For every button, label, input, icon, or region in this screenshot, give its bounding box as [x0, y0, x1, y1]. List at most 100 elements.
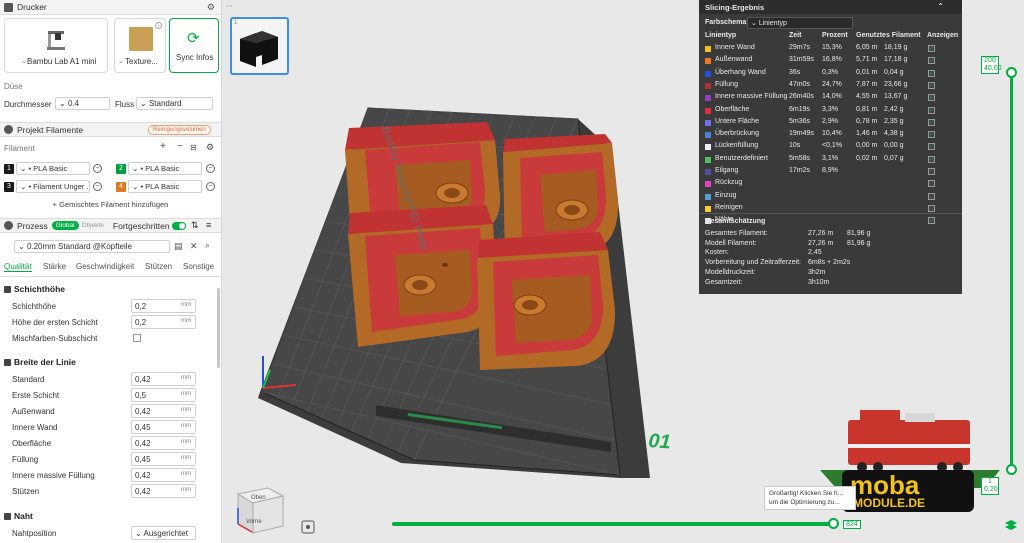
diameter-select[interactable]: ⌄ 0.4 [55, 97, 110, 110]
layer-top-number: 200 [984, 57, 996, 64]
model-objects[interactable] [345, 122, 619, 370]
filament-1-remove-icon[interactable]: − [93, 164, 102, 173]
tab-quality[interactable]: Qualität [4, 262, 32, 272]
filament-3-select[interactable]: ⌄ ▪ Filament Unger ... [16, 180, 90, 193]
filament-2-remove-icon[interactable]: − [206, 164, 215, 173]
show-line-type-checkbox[interactable] [928, 204, 935, 212]
line-type-percent: 15,3% [822, 44, 842, 51]
show-line-type-checkbox[interactable]: ✓ [928, 69, 935, 77]
sidebar-scrollbar[interactable] [217, 288, 220, 368]
line-type-name: Oberfläche [715, 105, 750, 113]
layer-slider-track[interactable] [1010, 72, 1013, 470]
col-filament: Genutztes Filament [856, 32, 921, 39]
tab-strength[interactable]: Stärke [43, 262, 66, 271]
sync-info-button[interactable]: ⟳ Sync Infos [169, 18, 219, 73]
line-width-outer-wall-input[interactable]: 0,42 mm [131, 404, 196, 418]
line-type-weight: 23,66 g [884, 80, 908, 88]
first-layer-height-input[interactable]: 0,2 mm [131, 315, 196, 329]
line-type-time: 17m2s [789, 167, 811, 174]
line-type-length: 4,55 m [856, 93, 878, 101]
toast-text: Großartig! Klicken Sie h... um die Optim… [769, 490, 844, 506]
flow-select[interactable]: ⌄ Standard [136, 97, 213, 110]
filament-settings-icon[interactable]: ⚙ [206, 142, 214, 153]
move-slider-track[interactable] [392, 522, 834, 526]
line-width-standard-input[interactable]: 0,42 mm [131, 372, 196, 386]
plate-thumbnail[interactable]: 1 [230, 17, 289, 75]
list-icon[interactable]: ≡ [206, 220, 211, 230]
close-icon[interactable]: ✕ [190, 241, 198, 252]
color-scheme-label: Farbschema [705, 19, 747, 26]
filament-3-remove-icon[interactable]: − [93, 182, 102, 191]
line-width-inner-solid-infill-input[interactable]: 0,42 mm [131, 468, 196, 482]
thumb-menu-icon[interactable]: ⋯ [226, 2, 233, 10]
filament-4-number: 4 [116, 182, 126, 192]
show-line-type-checkbox[interactable]: ✓ [928, 57, 935, 65]
line-width-top-surface-input[interactable]: 0,42 mm [131, 436, 196, 450]
remove-filament-icon[interactable]: − [177, 141, 183, 152]
line-width-inner-wall-input[interactable]: 0,45 mm [131, 420, 196, 434]
show-line-type-checkbox[interactable]: ✓ [928, 217, 935, 225]
add-filament-icon[interactable]: + [160, 141, 166, 152]
move-slider-handle[interactable] [828, 518, 839, 529]
show-line-type-checkbox[interactable]: ✓ [928, 155, 935, 163]
result-row: Außenwand 31m59s 16,8% 5,71 m 17,18 g ✓ [705, 56, 956, 67]
layer-slider-top-handle[interactable] [1006, 67, 1017, 78]
compare-icon[interactable]: ⇅ [191, 220, 199, 231]
line-type-name: Innere massive Füllung [715, 93, 788, 101]
line-type-name: Rückzug [715, 179, 743, 187]
show-line-type-checkbox[interactable] [928, 192, 935, 200]
show-line-type-checkbox[interactable]: ✓ [928, 131, 935, 139]
color-scheme-select[interactable]: ⌄ Linientyp [747, 17, 853, 29]
flush-volume-button[interactable]: Reinigungsvolumen [148, 125, 211, 135]
filament-1-number: 1 [4, 164, 14, 174]
show-line-type-checkbox[interactable]: ✓ [928, 106, 935, 114]
ams-sync-icon[interactable]: ⊟ [190, 143, 197, 152]
advanced-toggle[interactable] [172, 222, 186, 230]
search-icon[interactable]: ⌕ [205, 240, 210, 251]
layer-slider-bottom-handle[interactable] [1006, 464, 1017, 475]
filament-2-name: PLA Basic [145, 164, 180, 173]
global-toggle[interactable]: Global [51, 221, 79, 230]
line-type-weight: 4,38 g [884, 130, 904, 138]
plate-card[interactable]: i ⌄ Texture... [114, 18, 166, 73]
tab-support[interactable]: Stützen [145, 262, 172, 271]
plate-number: 01 [648, 430, 672, 453]
result-title: Slicing-Ergebnis [705, 3, 765, 12]
objects-toggle[interactable]: Objekte [79, 221, 107, 230]
col-percent: Prozent [822, 32, 848, 39]
line-width-support-input[interactable]: 0,42 mm [131, 484, 196, 498]
printer-card[interactable]: ⌄ Bambu Lab A1 mini [4, 18, 108, 73]
layer-height-input[interactable]: 0,2 mm [131, 299, 196, 313]
save-icon[interactable]: ▤ [174, 241, 183, 252]
line-type-time: 5m36s [789, 117, 811, 125]
process-profile-select[interactable]: ⌄ 0.20mm Standard @Kopfteile [14, 240, 170, 253]
show-line-type-checkbox[interactable] [928, 180, 935, 188]
seam-group: Naht [4, 511, 33, 521]
optimization-toast[interactable]: Großartig! Klicken Sie h... um die Optim… [764, 486, 856, 510]
tab-others[interactable]: Sonstige [183, 262, 214, 271]
show-line-type-checkbox[interactable] [928, 168, 935, 175]
show-line-type-checkbox[interactable]: ✓ [928, 45, 935, 52]
add-mixed-filament-label: Gemischtes Filament hinzufügen [59, 200, 169, 209]
collapse-icon[interactable]: ⌃ [937, 2, 944, 11]
gear-icon[interactable]: ⚙ [207, 2, 215, 13]
tab-speed[interactable]: Geschwindigkeit [76, 262, 134, 271]
layer-group-icon [4, 285, 11, 293]
add-mixed-filament-button[interactable]: + Gemischtes Filament hinzufügen [0, 200, 221, 209]
show-line-type-checkbox[interactable]: ✓ [928, 143, 935, 151]
line-width-first-layer-input[interactable]: 0,5 mm [131, 388, 196, 402]
filament-1-select[interactable]: ⌄ ▪ PLA Basic [16, 162, 90, 175]
line-width-infill-input[interactable]: 0,45 mm [131, 452, 196, 466]
filament-2-select[interactable]: ⌄ ▪ PLA Basic [128, 162, 202, 175]
info-icon[interactable]: i [155, 22, 162, 29]
show-line-type-checkbox[interactable]: ✓ [928, 118, 935, 126]
show-line-type-checkbox[interactable]: ✓ [928, 94, 935, 102]
line-type-percent: 8,9% [822, 167, 838, 174]
col-time: Zeit [789, 32, 802, 39]
show-line-type-checkbox[interactable]: ✓ [928, 81, 935, 89]
mix-color-checkbox[interactable] [133, 334, 141, 342]
filament-4-remove-icon[interactable]: − [206, 182, 215, 191]
seam-position-select[interactable]: ⌄ Ausgerichtet [131, 526, 196, 540]
line-width-outer-wall-value: 0,42 [135, 407, 151, 416]
filament-4-select[interactable]: ⌄ ▪ PLA Basic [128, 180, 202, 193]
